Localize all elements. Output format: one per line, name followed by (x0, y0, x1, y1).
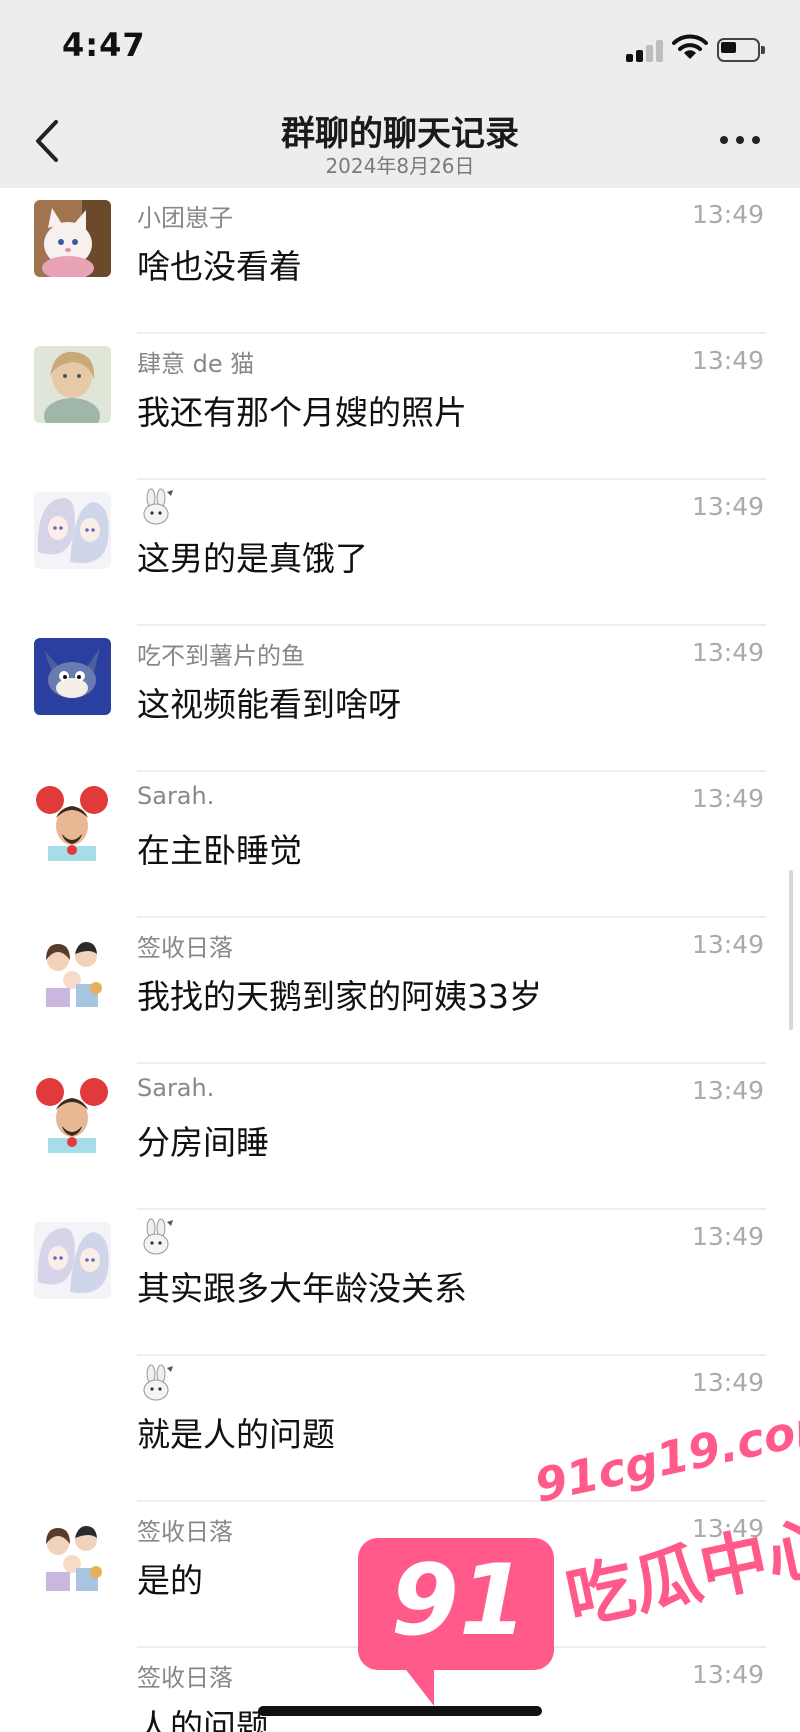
message-text: 人的问题 (137, 1707, 269, 1732)
man-red-bows-avatar (34, 1076, 111, 1153)
message-row[interactable]: 吃不到薯片的鱼 13:49 这视频能看到啥呀 (0, 626, 800, 772)
anime-girls-avatar (34, 492, 111, 569)
watermark-number: 91 (390, 1544, 528, 1658)
message-time: 13:49 (691, 638, 764, 667)
avatar[interactable] (34, 1222, 111, 1299)
bunny-icon (143, 1218, 173, 1255)
bunny-icon (143, 1364, 173, 1401)
bunny-icon (143, 488, 173, 525)
home-indicator[interactable] (258, 1706, 542, 1716)
watermark-logo: 91 91cg19.com 吃瓜中心 (358, 1395, 800, 1732)
message-time: 13:49 (691, 1368, 764, 1397)
watermark-brand: 吃瓜中心 (559, 1506, 800, 1640)
watercolor-girl-avatar (34, 346, 111, 423)
scroll-indicator[interactable] (789, 870, 793, 1030)
tom-cat-avatar (34, 638, 111, 715)
page-title: 群聊的聊天记录 (281, 114, 519, 154)
message-time: 13:49 (691, 930, 764, 959)
cellular-signal-icon (626, 38, 666, 62)
message-text: 就是人的问题 (137, 1415, 335, 1454)
avatar[interactable] (34, 930, 111, 1007)
sender-name: 吃不到薯片的鱼 (137, 642, 305, 670)
avatar[interactable] (34, 492, 111, 569)
avatar[interactable] (34, 638, 111, 715)
message-text: 是的 (137, 1561, 203, 1600)
cat-cartoon-avatar (34, 200, 111, 277)
message-row[interactable]: 肆意 de 猫 13:49 我还有那个月嫂的照片 (0, 334, 800, 480)
sender-name: 签收日落 (137, 1518, 233, 1546)
message-text: 我还有那个月嫂的照片 (137, 393, 467, 432)
avatar[interactable] (34, 200, 111, 277)
family-cartoon-avatar (34, 1514, 111, 1591)
message-row[interactable]: 小团崽子 13:49 啥也没看着 (0, 188, 800, 334)
message-time: 13:49 (691, 492, 764, 521)
avatar[interactable] (34, 346, 111, 423)
wifi-icon (672, 34, 708, 59)
message-time: 13:49 (691, 200, 764, 229)
more-options-button[interactable] (716, 128, 764, 152)
man-red-bows-avatar (34, 784, 111, 861)
sender-name: 小团崽子 (137, 204, 233, 232)
anime-girls-avatar (34, 1222, 111, 1299)
message-time: 13:49 (691, 1076, 764, 1105)
avatar[interactable] (34, 1514, 111, 1591)
sender-name: Sarah. (137, 782, 215, 810)
battery-icon (717, 38, 765, 62)
family-cartoon-avatar (34, 930, 111, 1007)
message-text: 这男的是真饿了 (137, 539, 368, 578)
avatar[interactable] (34, 1076, 111, 1153)
page-subtitle-date: 2024年8月26日 (325, 154, 475, 178)
message-text: 在主卧睡觉 (137, 831, 302, 870)
message-text: 分房间睡 (137, 1123, 269, 1162)
avatar[interactable] (34, 784, 111, 861)
watermark-bubble-tail (400, 1662, 434, 1706)
sender-name: 签收日落 (137, 934, 233, 962)
sender-name: 肆意 de 猫 (137, 350, 255, 378)
message-time: 13:49 (691, 346, 764, 375)
sender-name: 签收日落 (137, 1664, 233, 1692)
sender-name: Sarah. (137, 1074, 215, 1102)
message-row[interactable]: Sarah. 13:49 在主卧睡觉 (0, 772, 800, 918)
status-time: 4:47 (62, 26, 146, 64)
message-time: 13:49 (691, 784, 764, 813)
message-row[interactable]: 13:49 其实跟多大年龄没关系 (0, 1210, 800, 1356)
message-text: 这视频能看到啥呀 (137, 685, 401, 724)
message-row[interactable]: 13:49 这男的是真饿了 (0, 480, 800, 626)
message-text: 我找的天鹅到家的阿姨33岁 (137, 977, 542, 1016)
message-time: 13:49 (691, 1222, 764, 1251)
message-row[interactable]: 签收日落 13:49 我找的天鹅到家的阿姨33岁 (0, 918, 800, 1064)
message-row[interactable]: Sarah. 13:49 分房间睡 (0, 1064, 800, 1210)
nav-header: 4:47 群聊的聊天记录 2024年8月26日 (0, 0, 800, 188)
message-text: 啥也没看着 (137, 247, 302, 286)
message-text: 其实跟多大年龄没关系 (137, 1269, 467, 1308)
